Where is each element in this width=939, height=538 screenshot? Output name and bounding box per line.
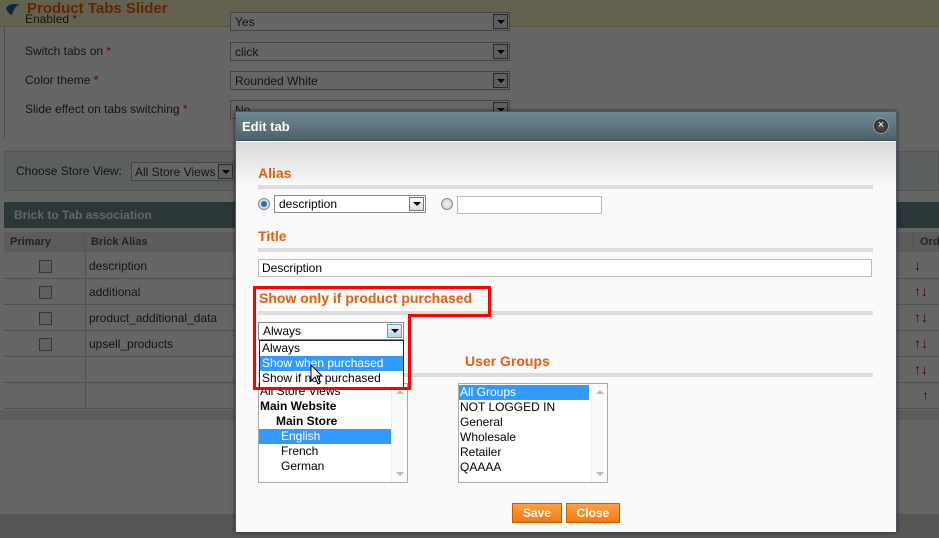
title-input[interactable]: Description [258,259,872,277]
user-group-option[interactable]: Wholesale [459,430,607,445]
user-group-option[interactable]: General [459,415,607,430]
alias-label: Alias [258,165,292,181]
save-button[interactable]: Save [512,503,562,523]
close-button[interactable]: Close [566,503,620,523]
highlight-box [253,286,491,317]
alias-select[interactable]: description [274,195,426,213]
user-group-option[interactable]: QAAAA [459,460,607,475]
title-label: Title [258,228,287,244]
store-view-option[interactable]: Main Store [259,414,407,429]
highlight-box [253,314,411,390]
alias-select-radio[interactable] [258,198,270,210]
dialog-titlebar: Edit tab × [236,112,896,141]
store-view-option[interactable]: Main Website [259,399,407,414]
store-views-listbox[interactable]: All Store Views Main Website Main Store … [258,383,408,483]
scroll-down-icon [396,472,404,476]
user-groups-label: User Groups [465,353,550,369]
store-view-option[interactable]: English [259,429,407,444]
scroll-up-icon [596,390,604,394]
alias-custom-radio[interactable] [441,198,453,210]
chevron-down-icon [409,197,424,211]
store-views-scrollbar[interactable] [391,384,407,482]
mouse-cursor-icon [310,364,324,385]
scroll-down-icon [596,472,604,476]
scroll-up-icon [396,390,404,394]
dialog-title: Edit tab [242,119,290,134]
user-group-option[interactable]: Retailer [459,445,607,460]
close-icon[interactable]: × [873,118,889,134]
user-group-option[interactable]: NOT LOGGED IN [459,400,607,415]
store-view-option[interactable]: French [259,444,407,459]
store-view-option[interactable]: German [259,459,407,474]
user-groups-scrollbar[interactable] [591,384,607,482]
user-groups-listbox[interactable]: All Groups NOT LOGGED IN General Wholesa… [458,383,608,483]
alias-custom-input[interactable] [457,196,602,214]
user-group-option[interactable]: All Groups [459,385,589,400]
